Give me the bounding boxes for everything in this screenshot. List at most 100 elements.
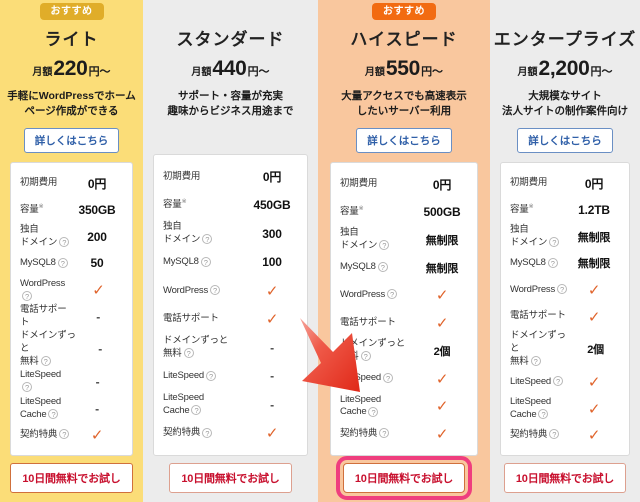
question-mark-icon[interactable]: ? <box>183 348 194 359</box>
spec-label: WordPress? <box>163 285 246 298</box>
spec-row-wordpress: WordPress? ✓ <box>331 282 477 308</box>
pricing-table: おすすめ ライト 月額 220 円～ 手軽にWordPressでホーム ページ作… <box>0 0 640 502</box>
spec-row-mysql: MySQL8? 50 <box>11 250 132 276</box>
question-mark-icon[interactable]: ? <box>191 405 202 416</box>
price-amount: 440 <box>212 57 247 80</box>
spec-value-check-icon: ✓ <box>265 425 279 443</box>
desc-line-1: 大量アクセスでも高速表示 <box>341 90 467 102</box>
plan-price-highspeed: 月額 550 円～ <box>365 57 443 81</box>
plan-name-enterprise: エンタープライズ <box>493 30 637 49</box>
question-mark-icon[interactable]: ? <box>360 351 371 362</box>
question-mark-icon[interactable]: ? <box>557 284 568 295</box>
question-mark-icon[interactable]: ? <box>379 428 390 439</box>
spec-label: MySQL8? <box>340 261 416 274</box>
question-mark-icon[interactable]: ? <box>22 290 32 301</box>
spec-row-phone-support: 電話サポート - <box>11 304 132 330</box>
question-mark-icon[interactable]: ? <box>40 356 51 367</box>
plan-name-standard: スタンダード <box>176 30 285 49</box>
more-details-button-light[interactable]: 詳しくはこちら <box>23 128 120 154</box>
spec-label: LiteSpeed Cache? <box>510 395 551 420</box>
question-mark-icon[interactable]: ? <box>547 257 558 268</box>
plan-price-standard: 月額 440 円～ <box>191 57 269 81</box>
question-mark-icon[interactable]: ? <box>59 237 70 248</box>
question-mark-icon[interactable]: ? <box>553 376 563 386</box>
spec-row-free-domain: ドメインずっと 無料? - <box>11 330 132 368</box>
spec-value: 450GB <box>253 198 291 213</box>
plan-name-highspeed: ハイスピード <box>350 30 458 49</box>
question-mark-icon[interactable]: ? <box>530 356 541 367</box>
spec-value-check-icon: ✓ <box>435 398 449 416</box>
spec-value: - <box>95 374 100 389</box>
question-mark-icon[interactable]: ? <box>549 237 560 248</box>
question-mark-icon[interactable]: ? <box>48 408 59 419</box>
spec-label: LiteSpeed? <box>510 376 568 389</box>
price-prefix: 月額 <box>191 67 212 78</box>
spec-label: ドメインずっと 無料? <box>340 338 406 362</box>
spec-row-initial-cost: 初期費用 0円 <box>154 164 307 190</box>
spec-value: 200 <box>87 229 107 244</box>
question-mark-icon[interactable]: ? <box>387 289 398 300</box>
spec-card-highspeed: 初期費用 0円 容量※ 500GB 独自 ドメイン? 無制限 MySQL8? 無制… <box>330 162 478 456</box>
question-mark-icon[interactable]: ? <box>379 240 390 251</box>
spec-label: LiteSpeed? <box>340 372 416 385</box>
spec-row-free-domain: ドメインずっと 無料? - <box>154 335 307 361</box>
spec-label: 容量※ <box>510 203 534 215</box>
question-mark-icon[interactable]: ? <box>59 429 70 440</box>
more-details-button-highspeed[interactable]: 詳しくはこちら <box>356 128 452 154</box>
spec-value: - <box>98 342 103 357</box>
question-mark-icon[interactable]: ? <box>377 261 388 272</box>
spec-value: - <box>270 369 274 384</box>
desc-line-2: 法人サイトの制作案件向け <box>502 105 628 118</box>
spec-row-wordpress: WordPress? ✓ <box>501 277 629 303</box>
price-suffix: 円～ <box>421 66 444 78</box>
spec-label: LiteSpeed Cache? <box>20 395 61 420</box>
more-details-button-enterprise[interactable]: 詳しくはこちら <box>517 128 613 154</box>
spec-row-litespeed: LiteSpeed? - <box>11 369 132 395</box>
cta-button-enterprise[interactable]: 10日間無料でお試し <box>503 463 627 493</box>
question-mark-icon[interactable]: ? <box>22 382 32 393</box>
question-mark-icon[interactable]: ? <box>383 372 393 383</box>
question-mark-icon[interactable]: ? <box>202 427 213 438</box>
spec-row-capacity: 容量※ 450GB <box>154 192 307 218</box>
question-mark-icon[interactable]: ? <box>57 257 68 268</box>
asterisk-mark: ※ <box>38 203 44 210</box>
question-mark-icon[interactable]: ? <box>549 429 560 440</box>
price-suffix: 円～ <box>88 66 111 78</box>
question-mark-icon[interactable]: ? <box>210 285 221 296</box>
plan-description-standard: サポート・容量が充実 趣味からビジネス用途まで <box>168 89 294 119</box>
cta-button-light[interactable]: 10日間無料でお試し <box>10 463 133 493</box>
desc-line-2: ページ作成ができる <box>24 105 119 118</box>
spec-value-check-icon: ✓ <box>587 373 601 391</box>
cta-button-highspeed[interactable]: 10日間無料でお試し <box>335 456 473 500</box>
spec-label: 容量※ <box>340 205 364 217</box>
question-mark-icon[interactable]: ? <box>206 370 216 381</box>
spec-row-wordpress: WordPress? ✓ <box>11 277 132 303</box>
spec-value-check-icon: ✓ <box>435 287 449 305</box>
recommended-badge-light: おすすめ <box>39 3 104 20</box>
spec-value: - <box>95 401 99 416</box>
question-mark-icon[interactable]: ? <box>538 408 549 419</box>
question-mark-icon[interactable]: ? <box>200 256 211 267</box>
spec-value: 350GB <box>78 202 116 217</box>
spec-label: 契約特典? <box>340 428 416 441</box>
spec-row-mysql: MySQL8? 無制限 <box>331 255 477 281</box>
spec-label: 容量※ <box>163 199 187 211</box>
spec-row-benefits: 契約特典? ✓ <box>331 421 477 447</box>
spec-row-initial-cost: 初期費用 0円 <box>331 171 477 197</box>
spec-value: 無制限 <box>425 234 459 247</box>
spec-value-check-icon: ✓ <box>587 400 601 418</box>
spec-label: ドメインずっと 無料? <box>510 330 566 367</box>
cta-button-standard[interactable]: 10日間無料でお試し <box>169 463 292 493</box>
spec-label: 独自 ドメイン? <box>340 227 416 252</box>
question-mark-icon[interactable]: ? <box>368 406 379 417</box>
spec-label: 初期費用 <box>163 170 201 182</box>
spec-label: 契約特典? <box>510 429 568 442</box>
desc-line-1: サポート・容量が充実 <box>178 90 283 102</box>
recommended-badge-highspeed: おすすめ <box>372 3 436 20</box>
spec-value-check-icon: ✓ <box>435 426 449 444</box>
question-mark-icon[interactable]: ? <box>202 234 213 245</box>
spec-card-light: 初期費用 0円 容量※ 350GB 独自 ドメイン? 200 MySQL8? 50… <box>10 162 133 456</box>
spec-value: 50 <box>90 256 104 271</box>
spec-label: 初期費用 <box>340 177 378 189</box>
spec-row-free-domain: ドメインずっと 無料? 2個 <box>501 330 629 368</box>
